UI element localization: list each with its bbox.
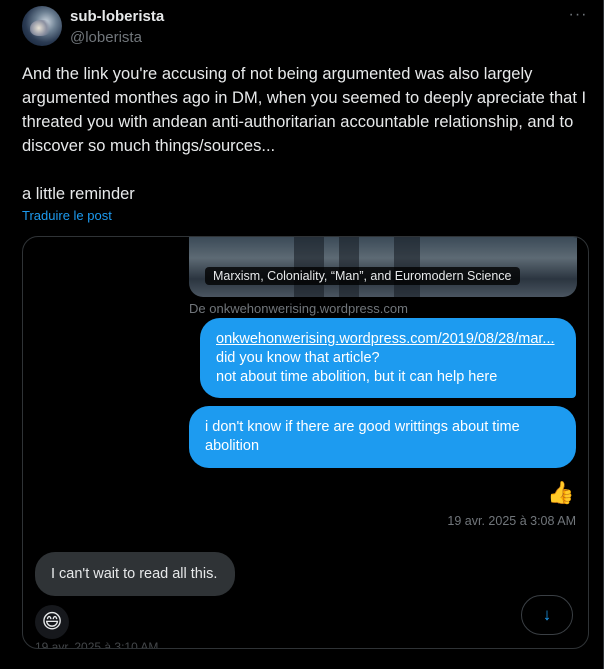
tweet-paragraph: a little reminder xyxy=(22,185,135,203)
message-timestamp: 19 avr. 2025 à 3:08 AM xyxy=(447,514,576,528)
grinning-face-icon: 😄 xyxy=(35,605,69,639)
attached-screenshot[interactable]: Marxism, Coloniality, “Man”, and Euromod… xyxy=(22,236,589,649)
user-handle[interactable]: @loberista xyxy=(70,29,142,46)
message-bubble-sent: onkwehonwerising.wordpress.com/2019/08/2… xyxy=(200,318,576,398)
avatar[interactable] xyxy=(22,6,62,46)
message-text: did you know that article? xyxy=(216,350,380,366)
tweet-paragraph: And the link you're accusing of not bein… xyxy=(22,65,587,155)
tweet-text: And the link you're accusing of not bein… xyxy=(22,62,592,206)
message-text: not about time abolition, but it can hel… xyxy=(216,369,498,385)
arrow-down-icon: ↓ xyxy=(521,595,573,635)
translate-post-link[interactable]: Traduire le post xyxy=(22,208,112,223)
thumbs-up-icon: 👍 xyxy=(547,480,575,505)
link-preview-source: De onkwehonwerising.wordpress.com xyxy=(189,301,408,316)
message-bubble-received: I can't wait to read all this. xyxy=(35,552,235,596)
more-options-icon[interactable]: ··· xyxy=(566,4,590,28)
message-bubble-sent: i don't know if there are good writtings… xyxy=(189,406,576,468)
link-preview-title: Marxism, Coloniality, “Man”, and Euromod… xyxy=(205,267,520,285)
display-name[interactable]: sub-loberista xyxy=(70,8,164,25)
message-link: onkwehonwerising.wordpress.com/2019/08/2… xyxy=(216,331,555,347)
message-timestamp: 19 avr. 2025 à 3:10 AM xyxy=(35,640,159,649)
